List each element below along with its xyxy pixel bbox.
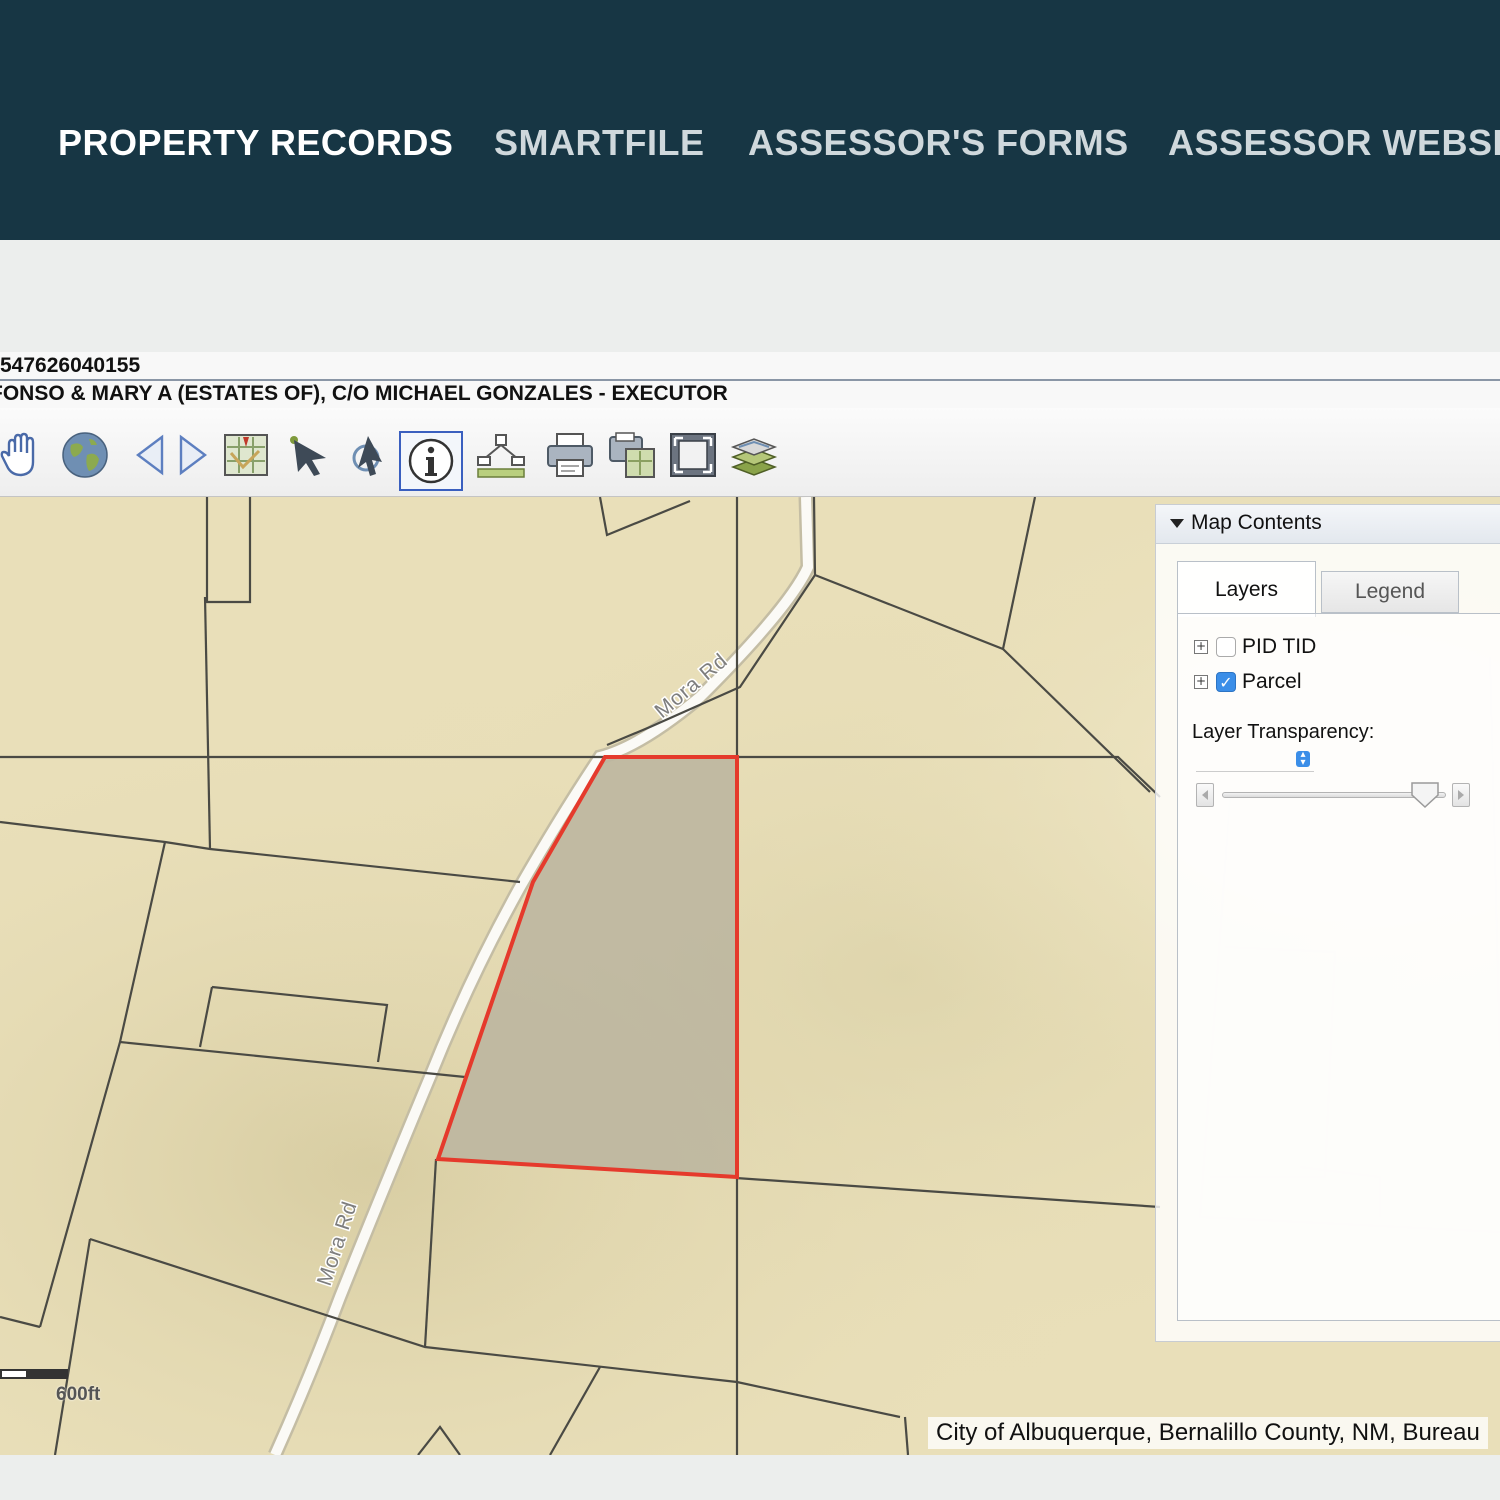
pan-hand-icon[interactable] — [0, 430, 46, 480]
nav-assessors-forms[interactable]: ASSESSOR'S FORMS — [748, 122, 1129, 164]
nav-smartfile[interactable]: SMARTFILE — [494, 122, 704, 164]
expand-plus-icon[interactable]: + — [1194, 675, 1208, 689]
print-icon[interactable] — [545, 430, 595, 480]
top-navigation: PROPERTY RECORDS SMARTFILE ASSESSOR'S FO… — [0, 0, 1500, 240]
layer-item-pid-tid: + PID TID — [1194, 633, 1316, 661]
map-bookmark-icon[interactable] — [221, 430, 271, 480]
next-extent-icon[interactable] — [168, 430, 218, 480]
nav-assessor-website[interactable]: ASSESSOR WEBSI — [1168, 122, 1500, 164]
layer-label: PID TID — [1242, 635, 1317, 658]
panel-title: Map Contents — [1191, 511, 1322, 534]
map-toolbar — [0, 408, 1500, 497]
owner-name: FONSO & MARY A (ESTATES OF), C/O MICHAEL… — [0, 382, 728, 405]
layer-item-parcel: + ✓ Parcel — [1194, 668, 1302, 696]
fullscreen-icon[interactable] — [668, 430, 718, 480]
transparency-label: Layer Transparency: — [1192, 721, 1375, 743]
expand-plus-icon[interactable]: + — [1194, 640, 1208, 654]
divider — [0, 379, 1500, 381]
map-contents-panel: Map Contents Layers Legend + PID TID + ✓… — [1155, 504, 1500, 1342]
info-identify-icon[interactable] — [399, 431, 463, 491]
panel-header[interactable]: Map Contents — [1156, 505, 1500, 544]
tab-layers[interactable]: Layers — [1177, 561, 1316, 617]
layer-checkbox-parcel[interactable]: ✓ — [1216, 672, 1236, 692]
tab-legend[interactable]: Legend — [1321, 571, 1459, 613]
slider-left-button[interactable] — [1196, 783, 1214, 807]
map-attribution: City of Albuquerque, Bernalillo County, … — [928, 1417, 1488, 1449]
select-identify-arrow-icon[interactable] — [344, 430, 394, 480]
scale-bar — [0, 1369, 70, 1385]
spacer — [0, 240, 1500, 352]
select-arrows-icon: ▴ ▾ — [1296, 750, 1310, 768]
slider-right-button[interactable] — [1452, 783, 1470, 807]
globe-full-extent-icon[interactable] — [60, 430, 110, 480]
layer-label: Parcel — [1242, 670, 1302, 693]
layers-content — [1177, 613, 1500, 1321]
slider-thumb[interactable] — [1410, 781, 1439, 809]
layer-checkbox-pid-tid[interactable] — [1216, 637, 1236, 657]
scale-label: 600ft — [56, 1384, 101, 1405]
layers-icon[interactable] — [729, 430, 779, 480]
export-map-icon[interactable] — [606, 430, 656, 480]
measure-icon[interactable] — [476, 430, 526, 480]
collapse-triangle-icon[interactable] — [1170, 519, 1184, 528]
parcel-id: 547626040155 — [0, 354, 141, 377]
transparency-layer-select[interactable]: ▴ ▾ — [1196, 749, 1314, 772]
nav-property-records[interactable]: PROPERTY RECORDS — [58, 122, 453, 164]
transparency-slider[interactable] — [1196, 781, 1476, 809]
select-arrow-icon[interactable] — [284, 430, 334, 480]
record-header: 547626040155 FONSO & MARY A (ESTATES OF)… — [0, 352, 1500, 408]
map-view[interactable]: Mora Rd Mora Rd 600ft City of Albuquerqu… — [0, 497, 1500, 1455]
